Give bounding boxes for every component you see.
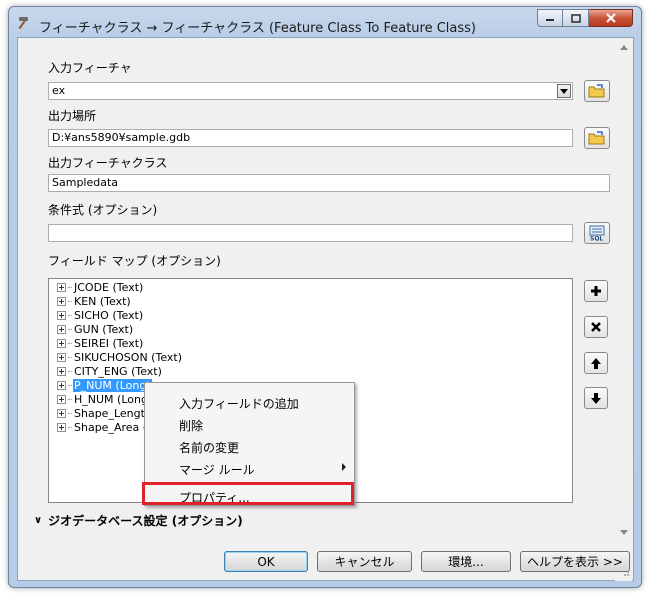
window-title: フィーチャクラス → フィーチャクラス (Feature Class To Fe… [39,21,476,36]
hammer-icon [18,17,28,30]
field-map-label: フィールド マップ (オプション) [48,254,221,268]
expand-icon[interactable] [57,310,66,320]
maximize-icon [570,13,581,23]
expression-label: 条件式 (オプション) [48,203,158,217]
cancel-button[interactable]: キャンセル [317,551,412,572]
environments-button[interactable]: 環境... [421,551,511,572]
title-bar[interactable]: フィーチャクラス → フィーチャクラス (Feature Class To Fe… [9,7,641,39]
menu-item-merge-rule[interactable]: マージ ルール [179,461,255,478]
tree-item[interactable]: H_NUM (Long [57,392,149,406]
expand-icon[interactable] [57,352,66,362]
minimize-button[interactable] [537,9,563,27]
menu-item-delete[interactable]: 削除 [179,417,203,434]
tree-item[interactable]: Shape_Area ( [57,420,148,434]
submenu-arrow-icon [342,463,346,471]
expand-icon[interactable] [57,394,66,404]
move-up-icon [591,357,601,369]
expand-icon[interactable] [57,408,66,418]
move-down-icon [591,392,601,404]
highlight-annotation-box [142,482,354,505]
dialog-body: 入力フィーチャ ex 出力場所 D:¥ans5890¥sample.gdb 出力… [17,37,634,581]
tree-item[interactable]: CITY_ENG (Text) [57,364,163,378]
sql-button[interactable]: SQL [584,222,610,244]
output-class-label: 出力フィーチャクラス [48,156,168,170]
tree-item-selected[interactable]: P_NUM (Long) [57,378,152,392]
add-field-button[interactable] [584,280,608,302]
add-icon [591,286,601,296]
tree-item[interactable]: SICHO (Text) [57,308,144,322]
geodatabase-settings-toggle[interactable]: ∨ ジオデータベース設定 (オプション) [34,512,243,529]
expand-icon[interactable] [57,324,66,334]
input-features-value: ex [52,84,66,97]
scroll-up-icon[interactable] [620,45,628,50]
expand-icon[interactable] [57,296,66,306]
expand-icon[interactable] [57,338,66,348]
move-down-button[interactable] [584,387,608,409]
tool-dialog-window: フィーチャクラス → フィーチャクラス (Feature Class To Fe… [8,6,642,588]
sql-icon: SQL [589,225,605,242]
maximize-button[interactable] [563,9,589,27]
geodatabase-settings-label: ジオデータベース設定 (オプション) [48,514,243,528]
close-icon [605,13,616,23]
vertical-scrollbar[interactable] [615,39,632,581]
double-chevron-down-icon: ∨ [34,515,43,526]
folder-browse-icon [588,84,605,98]
delete-field-button[interactable] [584,316,608,338]
tree-item[interactable]: JCODE (Text) [57,280,144,294]
output-location-field[interactable]: D:¥ans5890¥sample.gdb [48,129,573,147]
tree-item[interactable]: KEN (Text) [57,294,132,308]
tree-item[interactable]: GUN (Text) [57,322,134,336]
menu-item-add-input-field[interactable]: 入力フィールドの追加 [179,395,299,412]
combo-dropdown-button[interactable] [557,84,571,98]
expression-field[interactable] [48,224,573,242]
output-class-field[interactable]: Sampledata [48,174,610,192]
expand-icon[interactable] [57,366,66,376]
scroll-down-icon[interactable] [620,530,628,535]
tree-item[interactable]: SEIREI (Text) [57,336,144,350]
ok-button[interactable]: OK [224,551,308,572]
expand-icon[interactable] [57,380,66,390]
output-location-label: 出力場所 [48,109,97,123]
tree-item[interactable]: Shape_Length [57,406,153,420]
close-button[interactable] [589,9,633,27]
menu-item-rename[interactable]: 名前の変更 [179,439,239,456]
input-features-combo[interactable]: ex [48,82,573,100]
output-browse-button[interactable] [584,127,610,149]
input-browse-button[interactable] [584,80,610,102]
tree-item[interactable]: SIKUCHOSON (Text) [57,350,183,364]
input-features-label: 入力フィーチャ [48,61,132,75]
delete-icon [591,322,601,332]
expand-icon[interactable] [57,422,66,432]
move-up-button[interactable] [584,352,608,374]
resize-grip-icon[interactable] [620,567,630,577]
expand-icon[interactable] [57,282,66,292]
svg-text:SQL: SQL [590,236,603,242]
minimize-icon [546,19,554,21]
chevron-down-icon [560,88,568,94]
show-help-button[interactable]: ヘルプを表示 >> [520,551,630,572]
folder-browse-icon [588,131,605,145]
